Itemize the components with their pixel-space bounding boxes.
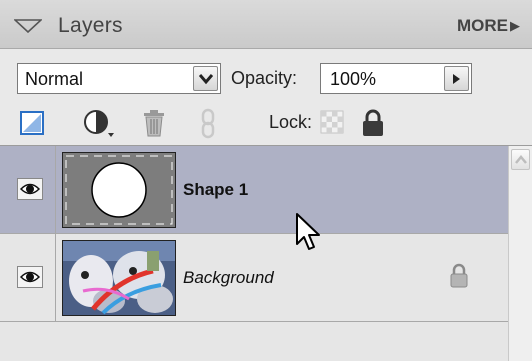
visibility-cell [0,146,56,233]
layers-list: Shape 1 Background [0,146,532,361]
collapse-triangle-icon[interactable] [12,19,44,38]
play-arrow-icon [453,74,460,84]
eye-icon [20,183,40,195]
lock-all-icon[interactable] [359,108,389,138]
blend-mode-select[interactable]: Normal [17,63,221,94]
play-arrow-icon: ▶ [510,18,520,33]
layer-row-background[interactable]: Background [0,234,508,322]
opacity-label: Opacity: [231,68,298,88]
layer-thumbnail-photo [62,240,176,316]
more-button[interactable]: MORE ▶ [457,16,520,36]
link-icon [196,108,226,139]
mouse-pointer-icon [295,212,323,259]
blend-mode-dropdown-button[interactable] [193,66,218,91]
visibility-cell [0,234,56,321]
lock-transparent-pixels-icon[interactable] [318,108,348,138]
trash-icon[interactable] [139,108,169,138]
layer-options-bar: Normal Opacity: 100% Lock: [0,49,532,146]
visibility-toggle[interactable] [17,178,43,200]
eye-icon [20,271,40,283]
layer-name: Background [183,268,274,287]
scroll-up-button[interactable] [511,149,530,170]
layer-thumbnail-shape [62,152,176,228]
opacity-input[interactable]: 100% [320,63,472,94]
lock-label: Lock: [269,112,313,132]
vertical-scrollbar[interactable] [508,146,532,361]
lock-icon [448,263,470,294]
visibility-toggle[interactable] [17,266,43,288]
opacity-value: 100% [330,69,377,89]
panel-title: Layers [58,14,123,37]
layers-panel: Layers MORE ▶ Normal Opacity: 100% Lock:… [0,0,532,361]
panel-header: Layers MORE ▶ [0,0,532,49]
new-layer-icon[interactable] [17,108,47,138]
more-label: MORE [457,16,508,35]
layer-name: Shape 1 [183,180,249,199]
blend-mode-value: Normal [25,69,84,89]
opacity-slider-button[interactable] [444,66,469,91]
adjustment-layer-icon[interactable] [82,108,114,138]
chevron-down-icon [199,74,213,85]
layer-row-shape-1[interactable]: Shape 1 [0,146,508,234]
chevron-up-icon [515,155,527,164]
